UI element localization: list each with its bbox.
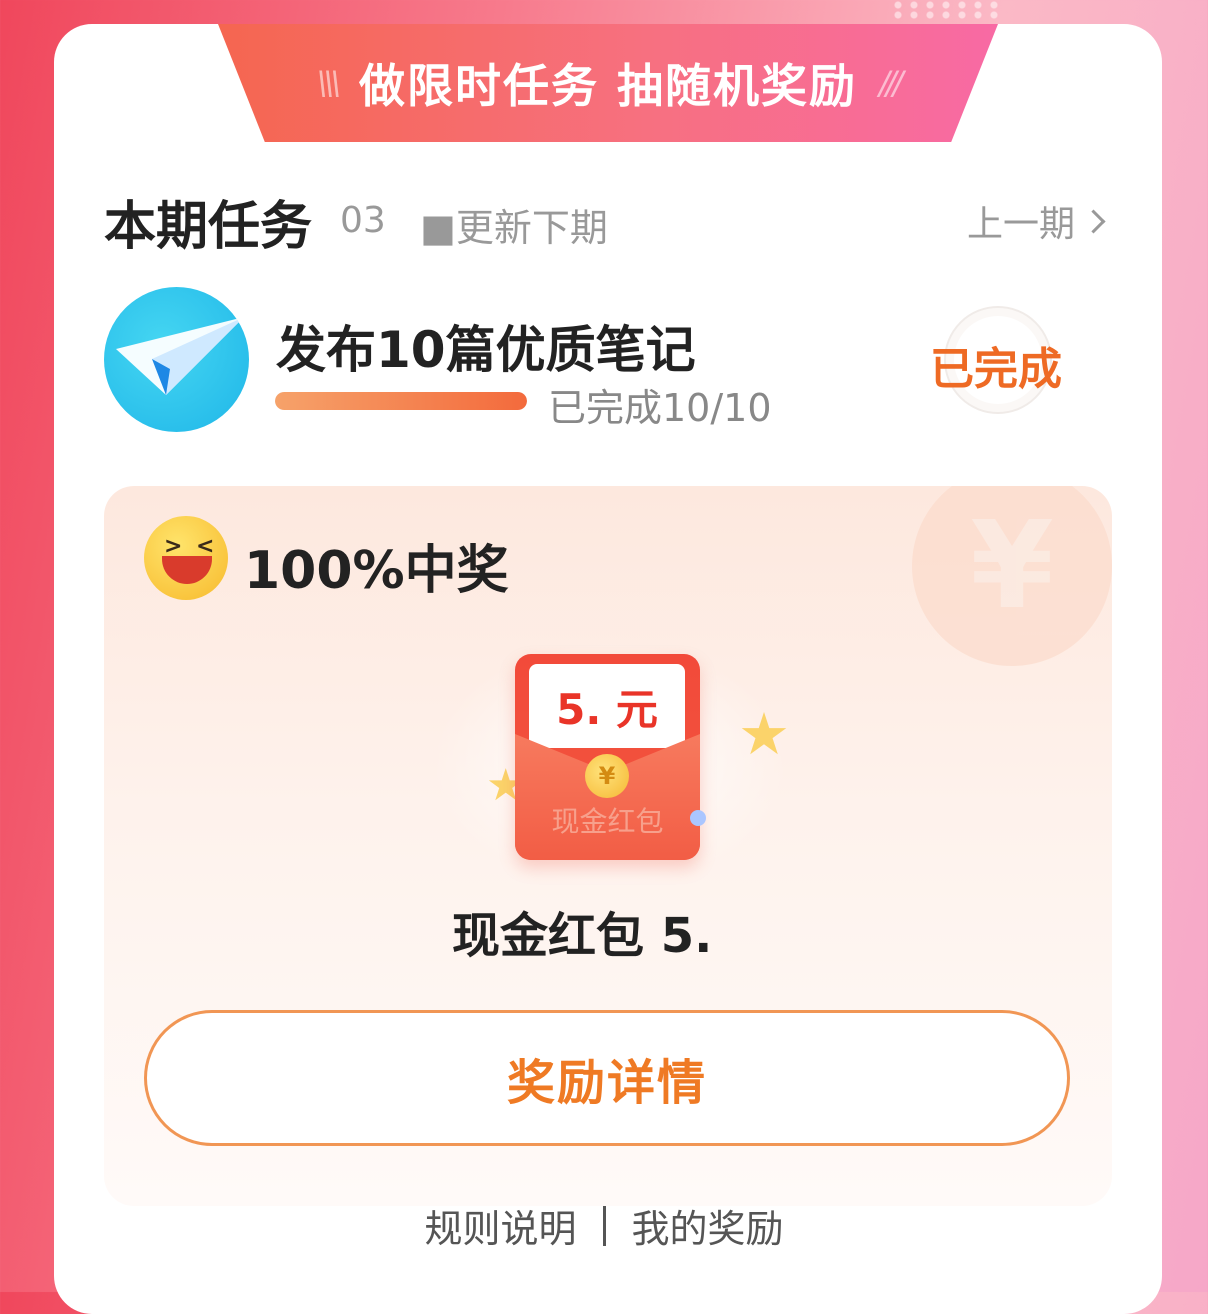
rules-link[interactable]: 规则说明: [424, 1198, 576, 1253]
paper-plane-icon: [104, 287, 249, 432]
my-rewards-link[interactable]: 我的奖励: [632, 1198, 784, 1253]
win-rate-label: 100%中奖: [244, 541, 509, 601]
red-packet-label: 现金红包: [551, 805, 664, 838]
red-packet-amount-card: 5. 元: [529, 664, 685, 748]
task-name: 发布10篇优质笔记: [276, 321, 696, 379]
chevron-right-icon: [1081, 208, 1106, 234]
task-progress-fill: [275, 392, 527, 410]
previous-period-label: 上一期: [966, 204, 1075, 245]
period-title: 本期任务: [104, 197, 313, 257]
period-update-text: ■更新下期: [420, 206, 608, 250]
task-progress-bar: [275, 392, 527, 410]
period-number: 03: [340, 200, 386, 241]
laughing-emoji-icon: > <: [144, 516, 228, 600]
reward-details-label: 奖励详情: [506, 1055, 707, 1111]
red-packet-image: 5. 元 ¥ 现金红包: [515, 654, 700, 860]
task-progress-text: 已完成10/10: [548, 386, 772, 430]
yen-icon: ¥: [912, 486, 1112, 666]
previous-period-link[interactable]: 上一期: [966, 195, 1106, 247]
decoration-dots: [890, 0, 1000, 20]
task-status-badge: 已完成: [930, 344, 1062, 395]
red-packet-amount: 5. 元: [556, 684, 658, 734]
star-icon: ★: [738, 700, 790, 768]
banner: \\\ 做限时任务 抽随机奖励 ///: [218, 24, 998, 142]
yen-coin-icon: ¥: [585, 754, 629, 798]
reward-details-button[interactable]: 奖励详情: [144, 1010, 1070, 1146]
footer-divider: [602, 1205, 606, 1246]
footer-links: 规则说明 我的奖励: [0, 1198, 1208, 1253]
banner-deco-right: ///: [879, 64, 903, 102]
banner-deco-left: \\\: [316, 64, 341, 102]
decoration-dot: [690, 810, 706, 826]
prize-name: 现金红包 5.: [452, 908, 713, 964]
banner-title: 做限时任务 抽随机奖励: [358, 59, 857, 113]
